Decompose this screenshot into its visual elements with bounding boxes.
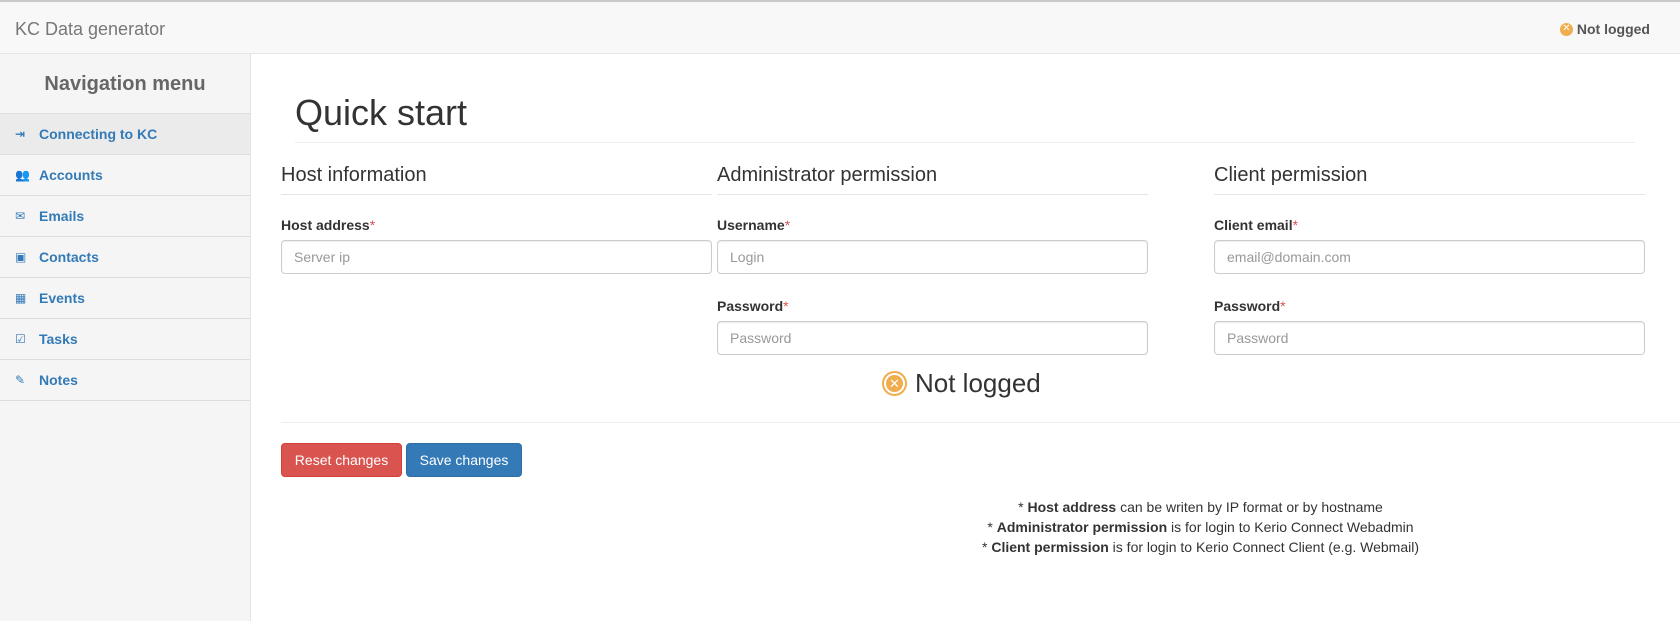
host-address-label: Host address* [281, 217, 376, 233]
sidebar-item-emails[interactable]: ✉ Emails [0, 196, 250, 237]
login-status-text: Not logged [915, 368, 1041, 398]
header-login-status: ✕ Not logged [1559, 21, 1650, 37]
sidebar-item-accounts[interactable]: 👥 Accounts [0, 155, 250, 196]
app-brand[interactable]: KC Data generator [15, 19, 165, 40]
sidebar-item-events[interactable]: ▦ Events [0, 278, 250, 319]
host-information-heading: Host information [281, 164, 712, 195]
required-mark: * [1280, 298, 1286, 314]
host-information-section: Host information Host address* [281, 164, 712, 298]
edit-icon: ✎ [15, 373, 26, 387]
save-changes-button[interactable]: Save changes [406, 443, 522, 477]
check-square-icon: ☑ [15, 332, 26, 346]
client-password-label: Password* [1214, 298, 1286, 314]
main-content: Quick start Host information Host addres… [251, 54, 1680, 621]
address-book-icon: ▣ [15, 250, 27, 264]
client-permission-heading: Client permission [1214, 164, 1645, 195]
required-mark: * [783, 298, 789, 314]
required-mark: * [784, 217, 791, 233]
help-note: * Client permission is for login to Keri… [981, 539, 1420, 555]
host-address-input[interactable] [281, 240, 712, 274]
users-icon: 👥 [15, 168, 30, 182]
required-mark: * [1292, 217, 1299, 233]
help-note: * Administrator permission is for login … [987, 519, 1414, 535]
admin-username-label: Username* [717, 217, 791, 233]
not-logged-large-icon: ✕ [882, 371, 907, 396]
sidebar-item-label: Connecting to KC [39, 126, 158, 142]
client-permission-section: Client permission Client email* Password… [1214, 164, 1645, 379]
admin-username-input[interactable] [717, 240, 1148, 274]
envelope-icon: ✉ [15, 209, 26, 223]
admin-password-label: Password* [717, 298, 789, 314]
top-navbar: KC Data generator ✕ Not logged [0, 0, 1680, 54]
sidebar-item-tasks[interactable]: ☑ Tasks [0, 319, 250, 360]
nav-list: ⇥ Connecting to KC 👥 Accounts ✉ Emails ▣ Contac… [0, 114, 250, 401]
sidebar-item-label: Contacts [39, 249, 99, 265]
client-email-label: Client email* [1214, 217, 1299, 233]
administrator-permission-heading: Administrator permission [717, 164, 1148, 195]
login-status: ✕ Not logged [882, 368, 1041, 399]
nav-menu-title: Navigation menu [0, 54, 250, 114]
not-logged-icon: ✕ [1559, 22, 1573, 36]
help-notes: * Host address can be writen by IP forma… [251, 497, 1680, 557]
help-note: * Host address can be writen by IP forma… [1018, 499, 1383, 515]
sidebar: Navigation menu ⇥ Connecting to KC 👥 Accoun… [0, 54, 251, 621]
administrator-permission-section: Administrator permission Username* Passw… [717, 164, 1148, 379]
sidebar-item-label: Emails [39, 208, 85, 224]
header-status-text: Not logged [1576, 21, 1650, 37]
sign-in-icon: ⇥ [15, 127, 26, 141]
sidebar-item-label: Tasks [39, 331, 78, 347]
required-mark: * [369, 217, 376, 233]
sidebar-item-label: Notes [39, 372, 78, 388]
divider [281, 422, 1680, 423]
sidebar-item-label: Events [39, 290, 85, 306]
sidebar-item-notes[interactable]: ✎ Notes [0, 360, 250, 401]
sidebar-item-connecting-to-kc[interactable]: ⇥ Connecting to KC [0, 114, 250, 155]
admin-password-input[interactable] [717, 321, 1148, 355]
reset-changes-button[interactable]: Reset changes [281, 443, 402, 477]
sidebar-item-contacts[interactable]: ▣ Contacts [0, 237, 250, 278]
sidebar-item-label: Accounts [39, 167, 103, 183]
client-password-input[interactable] [1214, 321, 1645, 355]
page-title: Quick start [295, 92, 1635, 143]
calendar-icon: ▦ [15, 291, 27, 305]
client-email-input[interactable] [1214, 240, 1645, 274]
